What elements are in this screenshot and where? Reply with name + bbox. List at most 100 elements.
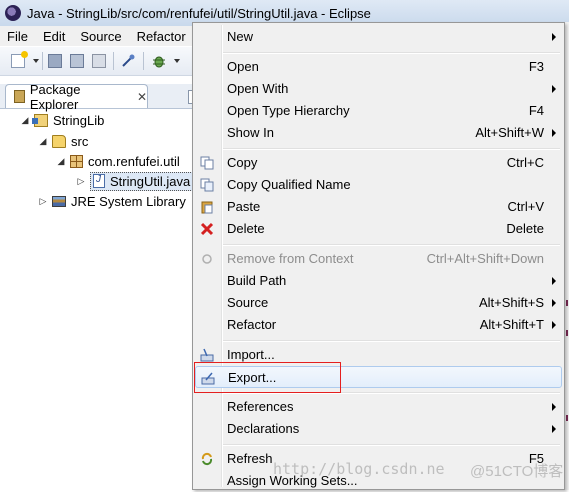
menu-item-refactor[interactable]: Refactor Alt+Shift+T bbox=[195, 314, 562, 336]
editor-marker bbox=[566, 300, 568, 306]
menu-item-label: Open Type Hierarchy bbox=[227, 103, 350, 118]
editor-marker bbox=[566, 415, 568, 421]
submenu-arrow-icon bbox=[552, 129, 556, 137]
toolbar-separator bbox=[113, 52, 114, 70]
watermark-url: http://blog.csdn.ne bbox=[273, 460, 445, 478]
expanded-twisty-icon[interactable]: ◢ bbox=[20, 115, 30, 126]
menu-item-shortcut: Ctrl+C bbox=[506, 155, 544, 170]
submenu-arrow-icon bbox=[552, 321, 556, 329]
java-project-icon bbox=[32, 113, 48, 127]
menu-item-label: Refresh bbox=[227, 451, 273, 466]
context-menu: New Open F3 Open With Open Type Hierarch… bbox=[192, 22, 565, 490]
watermark-brand: @51CTO博客 bbox=[470, 463, 564, 480]
menu-separator bbox=[223, 52, 560, 54]
debug-icon[interactable] bbox=[152, 54, 166, 68]
menu-separator bbox=[223, 444, 560, 446]
menu-refactor[interactable]: Refactor bbox=[130, 29, 194, 44]
new-wizard-icon[interactable] bbox=[11, 51, 28, 68]
tree-item-project[interactable]: ◢ StringLib bbox=[20, 110, 105, 130]
collapsed-twisty-icon[interactable]: ▷ bbox=[38, 196, 48, 207]
selected-item-box: StringUtil.java bbox=[90, 171, 194, 191]
paste-icon bbox=[201, 201, 213, 214]
editor-marker bbox=[566, 330, 568, 336]
menu-item-shortcut: F3 bbox=[528, 59, 544, 74]
tree-item-label: src bbox=[71, 133, 89, 149]
package-explorer-tab-bar: Package Explorer ✕ bbox=[0, 82, 192, 112]
menu-item-references[interactable]: References bbox=[195, 396, 562, 418]
menu-edit[interactable]: Edit bbox=[36, 29, 73, 44]
menu-item-label: Declarations bbox=[227, 421, 300, 436]
close-icon[interactable]: ✕ bbox=[137, 90, 147, 104]
copy-icon bbox=[200, 156, 214, 170]
menu-item-copy[interactable]: Copy Ctrl+C bbox=[195, 152, 562, 174]
menu-item-open-type-hierarchy[interactable]: Open Type Hierarchy F4 bbox=[195, 100, 562, 122]
copy-qualified-name-icon bbox=[200, 178, 214, 192]
menu-item-shortcut: Delete bbox=[506, 221, 544, 236]
menu-file[interactable]: File bbox=[0, 29, 36, 44]
menu-item-remove-from-context: Remove from Context Ctrl+Alt+Shift+Down bbox=[195, 248, 562, 270]
menu-item-shortcut: F4 bbox=[528, 103, 544, 118]
expanded-twisty-icon[interactable]: ◢ bbox=[56, 156, 66, 167]
submenu-arrow-icon bbox=[552, 277, 556, 285]
expanded-twisty-icon[interactable]: ◢ bbox=[38, 136, 48, 147]
tree-item-java-file[interactable]: ▷ StringUtil.java bbox=[76, 171, 194, 191]
menu-item-label: Refactor bbox=[227, 317, 277, 332]
menu-item-shortcut: Ctrl+V bbox=[507, 199, 544, 214]
menu-item-open[interactable]: Open F3 bbox=[195, 56, 562, 78]
export-icon bbox=[201, 372, 215, 385]
menu-source[interactable]: Source bbox=[73, 29, 129, 44]
menu-item-export[interactable]: Export... bbox=[195, 366, 562, 388]
toolbar-separator bbox=[143, 52, 144, 70]
menu-item-shortcut: Alt+Shift+S bbox=[478, 295, 544, 310]
menu-item-paste[interactable]: Paste Ctrl+V bbox=[195, 196, 562, 218]
menu-item-copy-qualified-name[interactable]: Copy Qualified Name bbox=[195, 174, 562, 196]
menu-item-shortcut: Ctrl+Alt+Shift+Down bbox=[426, 251, 544, 266]
menu-separator bbox=[223, 148, 560, 150]
submenu-arrow-icon bbox=[552, 299, 556, 307]
debug-dropdown-icon[interactable] bbox=[174, 59, 180, 63]
menu-item-label: Open bbox=[227, 59, 259, 74]
print-icon[interactable] bbox=[92, 54, 106, 68]
tree-item-package[interactable]: ◢ com.renfufei.util bbox=[56, 151, 180, 171]
save-all-icon[interactable] bbox=[70, 54, 84, 68]
tab-package-explorer[interactable]: Package Explorer ✕ bbox=[5, 82, 148, 112]
remove-context-icon bbox=[202, 254, 212, 264]
java-file-icon bbox=[93, 174, 105, 188]
submenu-arrow-icon bbox=[552, 33, 556, 41]
menu-item-source[interactable]: Source Alt+Shift+S bbox=[195, 292, 562, 314]
tree-item-label: StringUtil.java bbox=[110, 173, 191, 189]
tree-item-label: com.renfufei.util bbox=[88, 153, 180, 169]
collapsed-twisty-icon[interactable]: ▷ bbox=[76, 176, 86, 187]
source-folder-icon bbox=[52, 134, 66, 148]
pin-icon[interactable] bbox=[121, 54, 135, 68]
toolbar-separator bbox=[42, 52, 43, 70]
menu-item-new[interactable]: New bbox=[195, 26, 562, 48]
menu-item-build-path[interactable]: Build Path bbox=[195, 270, 562, 292]
menu-item-label: Remove from Context bbox=[227, 251, 354, 266]
menu-item-shortcut: Alt+Shift+T bbox=[479, 317, 544, 332]
package-icon bbox=[70, 154, 83, 168]
window-title: Java - StringLib/src/com/renfufei/util/S… bbox=[27, 5, 371, 21]
menu-item-label: References bbox=[227, 399, 294, 414]
menu-separator bbox=[223, 392, 560, 394]
submenu-arrow-icon bbox=[552, 425, 556, 433]
menu-item-label: Paste bbox=[227, 199, 261, 214]
library-icon bbox=[52, 195, 66, 207]
tree-item-jre[interactable]: ▷ JRE System Library bbox=[38, 191, 186, 211]
menu-item-label: Delete bbox=[227, 221, 265, 236]
delete-icon bbox=[200, 222, 214, 236]
menu-item-label: New bbox=[227, 29, 254, 44]
menu-item-label: Export... bbox=[228, 370, 277, 385]
menu-item-import[interactable]: Import... bbox=[195, 344, 562, 366]
new-dropdown-icon[interactable] bbox=[33, 59, 39, 63]
menu-item-shortcut: Alt+Shift+W bbox=[475, 125, 544, 140]
tree-item-src[interactable]: ◢ src bbox=[38, 131, 89, 151]
menu-item-declarations[interactable]: Declarations bbox=[195, 418, 562, 440]
refresh-icon bbox=[201, 452, 213, 466]
menu-item-show-in[interactable]: Show In Alt+Shift+W bbox=[195, 122, 562, 144]
save-icon[interactable] bbox=[48, 54, 62, 68]
menu-item-label: Build Path bbox=[227, 273, 287, 288]
menu-item-open-with[interactable]: Open With bbox=[195, 78, 562, 100]
import-icon bbox=[200, 348, 214, 362]
menu-item-delete[interactable]: Delete Delete bbox=[195, 218, 562, 240]
